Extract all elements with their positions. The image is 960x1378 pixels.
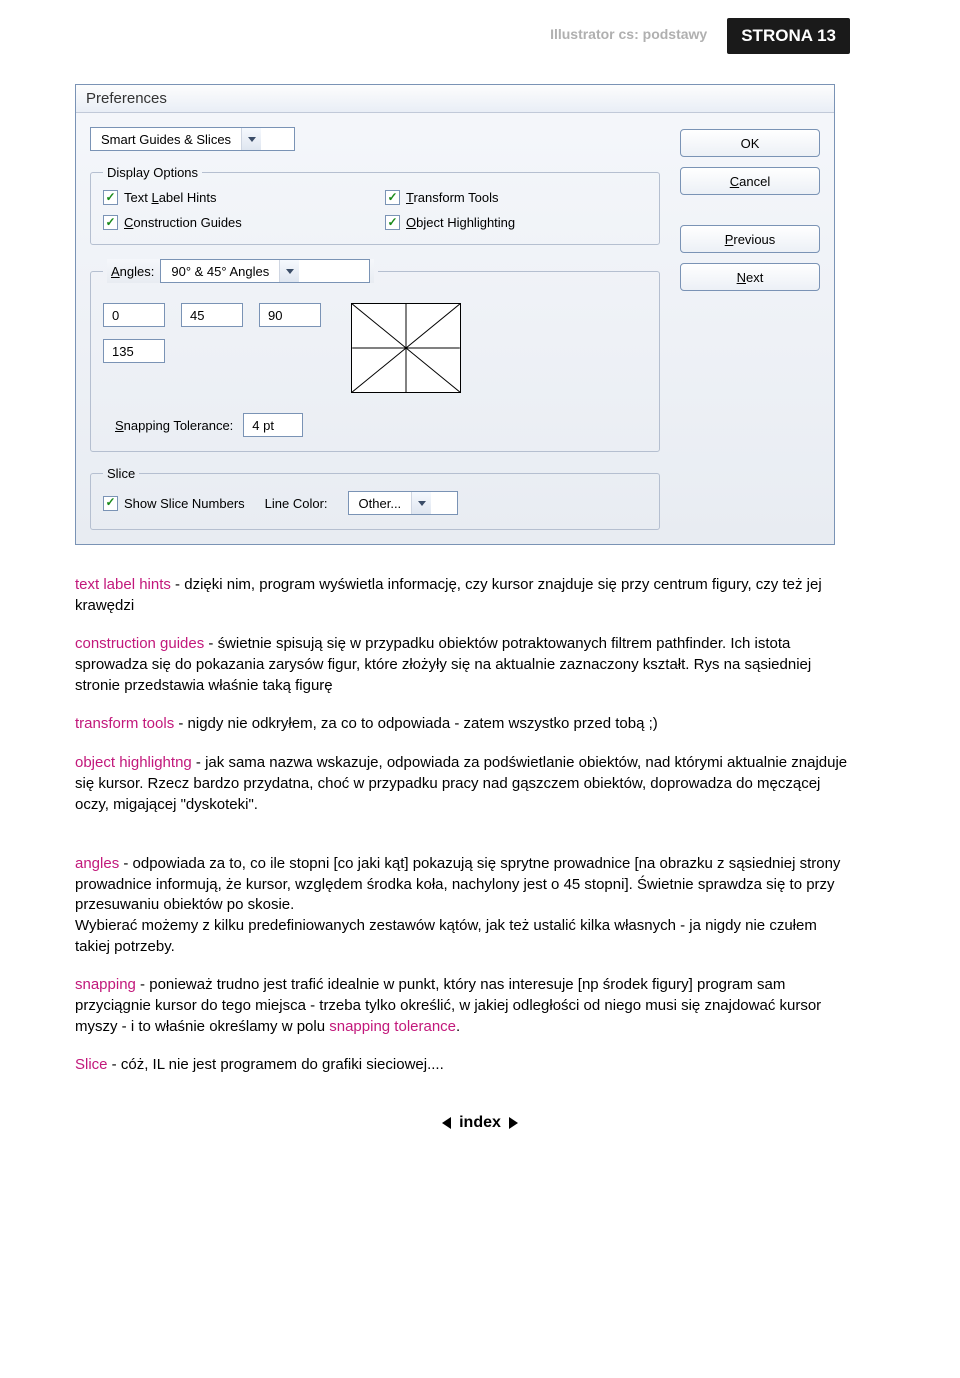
snapping-tolerance-input[interactable]: 4 pt (243, 413, 303, 437)
slice-group: Slice ✓ Show Slice Numbers Line Color: O… (90, 466, 660, 530)
check-icon: ✓ (105, 191, 115, 203)
line-color-label: Line Color: (265, 496, 328, 511)
display-options-legend: Display Options (103, 165, 202, 180)
check-icon: ✓ (387, 191, 397, 203)
chevron-down-icon (279, 260, 299, 282)
preferences-dialog: Preferences Smart Guides & Slices Displa… (75, 84, 835, 545)
construction-guides-checkbox[interactable]: ✓ Construction Guides (103, 215, 365, 230)
doc-title: Illustrator cs: podstawy (550, 18, 707, 42)
slice-legend: Slice (103, 466, 139, 481)
para-angles: angles - odpowiada za to, co ile stopni … (75, 833, 850, 957)
check-icon: ✓ (105, 496, 115, 508)
line-color-value: Other... (349, 496, 412, 511)
next-page-icon[interactable] (509, 1117, 518, 1129)
angle-input-2[interactable]: 90 (259, 303, 321, 327)
category-select[interactable]: Smart Guides & Slices (90, 127, 295, 151)
cancel-button[interactable]: Cancel (680, 167, 820, 195)
angle-input-1[interactable]: 45 (181, 303, 243, 327)
chevron-down-icon (411, 492, 431, 514)
transform-tools-checkbox[interactable]: ✓ Transform Tools (385, 190, 647, 205)
para-object-highlighting: object highlightng - jak sama nazwa wska… (75, 753, 850, 815)
angle-input-0[interactable]: 0 (103, 303, 165, 327)
para-transform-tools: transform tools - nigdy nie odkryłem, za… (75, 714, 850, 735)
previous-button[interactable]: Previous (680, 225, 820, 253)
angles-group: Angles: 90° & 45° Angles 0 45 9 (90, 259, 660, 452)
page-number-badge: STRONA 13 (727, 18, 850, 54)
check-icon: ✓ (105, 216, 115, 228)
article-body: text label hints - dzięki nim, program w… (0, 575, 960, 1076)
category-select-value: Smart Guides & Slices (91, 132, 241, 147)
text-label-hints-checkbox[interactable]: ✓ Text Label Hints (103, 190, 365, 205)
index-link[interactable]: index (459, 1114, 501, 1132)
check-icon: ✓ (387, 216, 397, 228)
angles-label: Angles: (111, 264, 154, 279)
angles-select[interactable]: 90° & 45° Angles (160, 259, 370, 283)
prev-page-icon[interactable] (442, 1117, 451, 1129)
show-slice-numbers-checkbox[interactable]: ✓ Show Slice Numbers (103, 496, 245, 511)
object-highlighting-checkbox[interactable]: ✓ Object Highlighting (385, 215, 647, 230)
dialog-title: Preferences (76, 85, 834, 113)
chevron-down-icon (241, 128, 261, 150)
display-options-group: Display Options ✓ Text Label Hints ✓ Tra… (90, 165, 660, 245)
angle-input-3[interactable]: 135 (103, 339, 165, 363)
para-snapping: snapping - ponieważ trudno jest trafić i… (75, 975, 850, 1037)
snapping-tolerance-label: Snapping Tolerance: (115, 418, 233, 433)
para-slice: Slice - cóż, IL nie jest programem do gr… (75, 1055, 850, 1076)
angles-select-value: 90° & 45° Angles (161, 264, 279, 279)
line-color-select[interactable]: Other... (348, 491, 458, 515)
ok-button[interactable]: OK (680, 129, 820, 157)
angle-preview-icon (351, 303, 461, 393)
para-text-label-hints: text label hints - dzięki nim, program w… (75, 575, 850, 616)
para-construction-guides: construction guides - świetnie spisują s… (75, 634, 850, 696)
next-button[interactable]: Next (680, 263, 820, 291)
